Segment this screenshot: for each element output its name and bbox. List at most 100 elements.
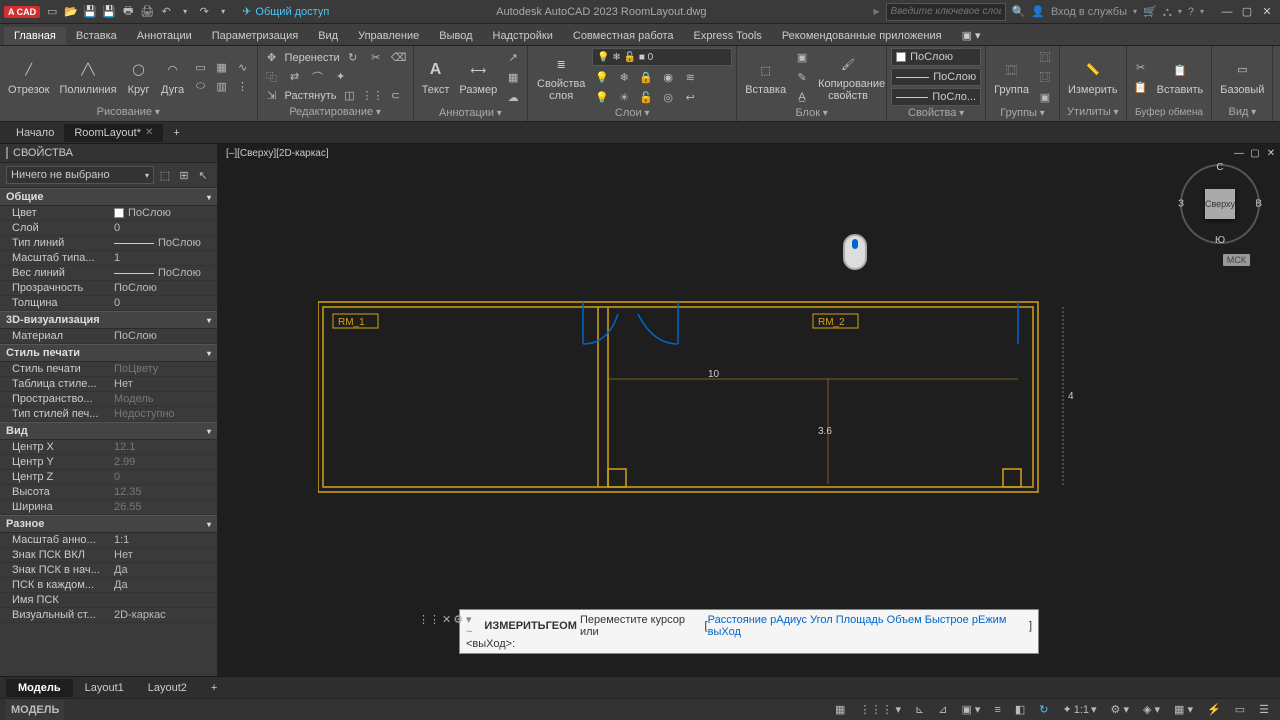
tab-annotate[interactable]: Аннотации: [127, 27, 202, 45]
tab-addins[interactable]: Надстройки: [483, 27, 563, 45]
layer-iso-icon[interactable]: ◉: [658, 68, 678, 86]
cmd-close-icon[interactable]: ✕: [442, 613, 451, 626]
tab-manage[interactable]: Управление: [348, 27, 429, 45]
props-row[interactable]: Вес линийПоСлою: [0, 266, 217, 281]
layer-freeze-icon[interactable]: ❄: [614, 68, 634, 86]
move-icon[interactable]: ✥: [262, 49, 282, 67]
redo-dd-icon[interactable]: ▾: [215, 4, 231, 20]
cmd-option[interactable]: Быстрое: [925, 614, 969, 626]
props-row[interactable]: Центр X12.1: [0, 440, 217, 455]
props-section-plot[interactable]: Стиль печати▾: [0, 344, 217, 362]
layer-unlock-icon[interactable]: 🔓: [636, 88, 656, 106]
spline-icon[interactable]: ∿: [233, 58, 253, 76]
lineweight-icon[interactable]: ≡: [989, 699, 1005, 720]
viewport-label[interactable]: [–][Сверху][2D-каркас]: [226, 148, 329, 159]
offset-icon[interactable]: ⊂: [385, 87, 405, 105]
panel-draw-title[interactable]: Рисование ▾: [4, 105, 253, 119]
group-bb-icon[interactable]: ▣: [1035, 88, 1055, 106]
cart-icon[interactable]: 🛒: [1143, 5, 1157, 18]
props-row[interactable]: Таблица стиле...Нет: [0, 377, 217, 392]
group-edit-icon[interactable]: ⿶: [1035, 68, 1055, 86]
trim-icon[interactable]: ✂: [366, 49, 386, 67]
layer-match-icon[interactable]: ≋: [680, 68, 700, 86]
cmd-option[interactable]: выХод: [708, 626, 741, 638]
panel-properties-title[interactable]: Свойства ▾: [891, 106, 981, 120]
props-row[interactable]: Слой0: [0, 221, 217, 236]
selection-combo[interactable]: Ничего не выбрано▾: [6, 166, 154, 184]
dimension-button[interactable]: ⟷Размер: [455, 56, 501, 98]
osnap-icon[interactable]: ▣ ▾: [956, 699, 985, 720]
pickadd-icon[interactable]: ⊞: [176, 166, 192, 184]
snap-icon[interactable]: ⋮⋮⋮ ▾: [854, 699, 906, 720]
base-view-button[interactable]: ▭Базовый: [1216, 56, 1268, 98]
color-combo[interactable]: ПоСлою: [891, 48, 981, 66]
wcs-badge[interactable]: МСК: [1223, 254, 1250, 266]
tab-roomlayout[interactable]: RoomLayout*✕: [64, 124, 163, 142]
panel-annotation-title[interactable]: Аннотации ▾: [418, 106, 524, 120]
insert-block-button[interactable]: ⬚Вставка: [741, 56, 790, 98]
props-row[interactable]: ЦветПоСлою: [0, 206, 217, 221]
measure-button[interactable]: 📏Измерить: [1064, 56, 1122, 98]
paste-button[interactable]: 📋Вставить: [1153, 56, 1208, 98]
props-row[interactable]: Стиль печатиПоЦвету: [0, 362, 217, 377]
cmd-grip-icon[interactable]: ⋮⋮: [418, 613, 440, 626]
lineweight-combo[interactable]: ПоСлою: [891, 68, 981, 86]
minimize-button[interactable]: —: [1218, 4, 1236, 20]
props-row[interactable]: Центр Y2.99: [0, 455, 217, 470]
customize-icon[interactable]: ☰: [1254, 699, 1274, 720]
close-button[interactable]: ✕: [1258, 4, 1276, 20]
tab-home[interactable]: Главная: [4, 27, 66, 45]
annoscale-combo[interactable]: ✦ 1:1 ▾: [1057, 699, 1101, 720]
iso-icon[interactable]: ◈ ▾: [1138, 699, 1165, 720]
panel-utilities-title[interactable]: Утилиты ▾: [1064, 105, 1122, 119]
cmd-option[interactable]: рЕжим: [972, 614, 1007, 626]
clean-icon[interactable]: ▭: [1230, 699, 1250, 720]
create-block-icon[interactable]: ▣: [792, 48, 812, 66]
help-icon[interactable]: ?: [1188, 6, 1194, 18]
props-row[interactable]: Ширина26.55: [0, 500, 217, 515]
cmd-option[interactable]: Расстояние: [708, 614, 767, 626]
stretch-icon[interactable]: ⇲: [262, 87, 282, 105]
props-row[interactable]: Знак ПСК ВКЛНет: [0, 548, 217, 563]
fillet-icon[interactable]: ⌒: [308, 68, 328, 86]
tab-view[interactable]: Вид: [308, 27, 348, 45]
search-input[interactable]: [886, 3, 1006, 21]
explode-icon[interactable]: ✦: [331, 68, 351, 86]
props-row[interactable]: Толщина0: [0, 296, 217, 311]
saveas-icon[interactable]: 💾: [101, 4, 117, 20]
undo-dd-icon[interactable]: ▾: [177, 4, 193, 20]
props-row[interactable]: Знак ПСК в нач...Да: [0, 563, 217, 578]
grid-icon[interactable]: ▦: [830, 699, 850, 720]
mirror-icon[interactable]: ⇄: [285, 68, 305, 86]
props-row[interactable]: ПрозрачностьПоСлою: [0, 281, 217, 296]
props-row[interactable]: ПСК в каждом...Да: [0, 578, 217, 593]
props-row[interactable]: Тип стилей печ...Недоступно: [0, 407, 217, 422]
leader-icon[interactable]: ↗: [503, 48, 523, 66]
search-icon[interactable]: 🔍: [1012, 5, 1026, 18]
new-icon[interactable]: ▭: [44, 4, 60, 20]
props-row[interactable]: МатериалПоСлою: [0, 329, 217, 344]
new-tab-button[interactable]: +: [163, 124, 189, 142]
polar-icon[interactable]: ⊿: [933, 699, 952, 720]
rect-icon[interactable]: ▭: [191, 58, 211, 76]
viewcube-n[interactable]: С: [1216, 162, 1223, 173]
props-section-viz3d[interactable]: 3D-визуализация▾: [0, 311, 217, 329]
ortho-icon[interactable]: ⊾: [910, 699, 929, 720]
text-button[interactable]: AТекст: [418, 56, 454, 98]
polyline-button[interactable]: ╱╲Полилиния: [55, 56, 120, 98]
close-icon[interactable]: ✕: [145, 127, 153, 138]
props-row[interactable]: Имя ПСК: [0, 593, 217, 608]
panel-block-title[interactable]: Блок ▾: [741, 106, 882, 120]
tab-express[interactable]: Express Tools: [684, 27, 772, 45]
cmd-option[interactable]: Площадь: [836, 614, 884, 626]
layer-thaw-icon[interactable]: ☀: [614, 88, 634, 106]
viewcube[interactable]: С Ю В З Сверху: [1180, 164, 1260, 244]
line-button[interactable]: ╱Отрезок: [4, 56, 53, 98]
erase-icon[interactable]: ⌫: [389, 49, 409, 67]
linetype-combo[interactable]: ПоСло...: [891, 88, 981, 106]
matchprops-button[interactable]: 🖌Копирование свойств: [814, 50, 882, 104]
save-icon[interactable]: 💾: [82, 4, 98, 20]
cmd-option[interactable]: Угол: [810, 614, 833, 626]
cycling-icon[interactable]: ↻: [1034, 699, 1053, 720]
maximize-button[interactable]: ▢: [1238, 4, 1256, 20]
